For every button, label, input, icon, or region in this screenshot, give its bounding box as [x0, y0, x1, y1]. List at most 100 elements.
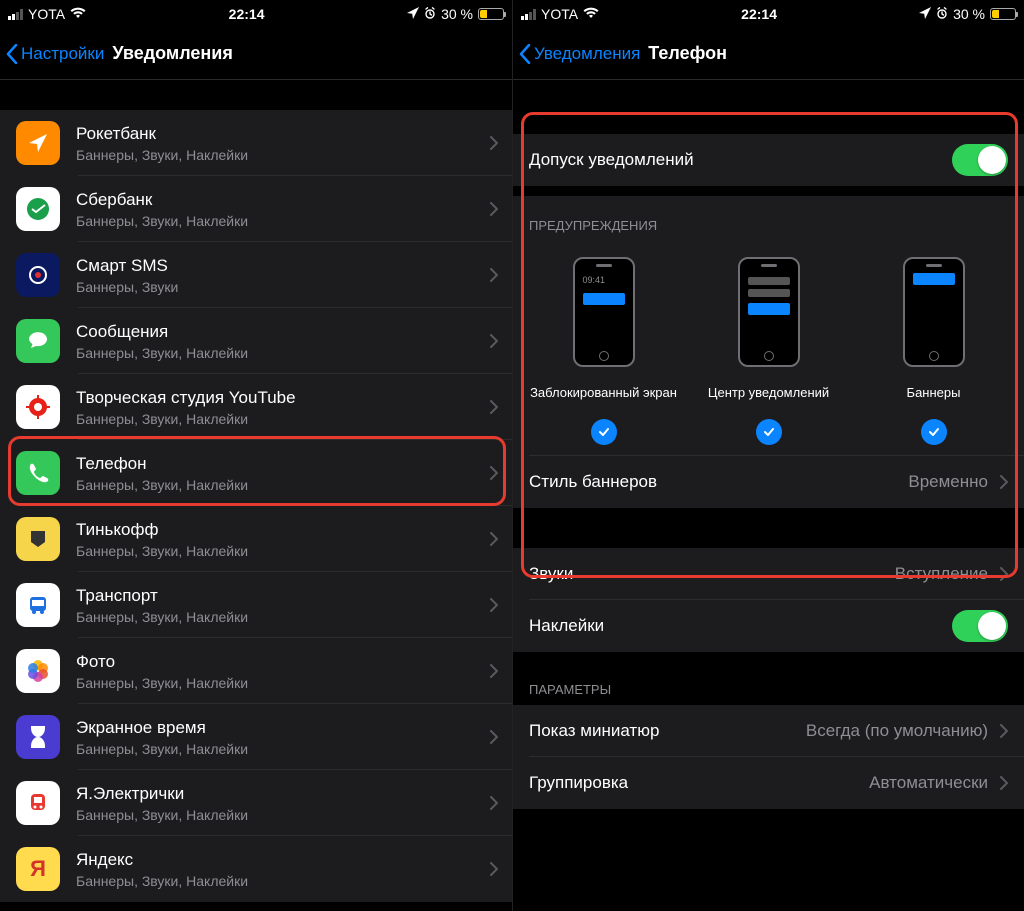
app-row-rocketbank[interactable]: Рокетбанк Баннеры, Звуки, Наклейки [0, 110, 512, 176]
app-sub: Баннеры, Звуки, Наклейки [76, 873, 484, 889]
app-row-screen-time[interactable]: Экранное время Баннеры, Звуки, Наклейки [0, 704, 512, 770]
badges-row[interactable]: Наклейки [513, 600, 1024, 652]
grouping-row[interactable]: Группировка Автоматически [513, 757, 1024, 809]
alert-option-banners[interactable]: Баннеры [851, 257, 1016, 445]
check-icon [591, 419, 617, 445]
alert-label: Баннеры [907, 377, 961, 409]
alarm-icon [424, 6, 436, 22]
status-time: 22:14 [741, 6, 777, 22]
app-sub: Баннеры, Звуки, Наклейки [76, 477, 484, 493]
location-icon [407, 6, 419, 22]
chevron-right-icon [490, 664, 498, 678]
app-icon [16, 715, 60, 759]
alert-label: Центр уведомлений [708, 377, 829, 409]
app-row-youtube-studio[interactable]: Творческая студия YouTube Баннеры, Звуки… [0, 374, 512, 440]
chevron-right-icon [1000, 776, 1008, 790]
options-header: ПАРАМЕТРЫ [513, 652, 1024, 705]
badges-toggle[interactable] [952, 610, 1008, 642]
app-sub: Баннеры, Звуки [76, 279, 484, 295]
app-icon: Я [16, 847, 60, 891]
preview-row[interactable]: Показ миниатюр Всегда (по умолчанию) [513, 705, 1024, 757]
app-icon [16, 649, 60, 693]
app-icon [16, 319, 60, 363]
nav-header: Уведомления Телефон [513, 28, 1024, 80]
status-left: YOTA [8, 6, 86, 22]
app-name: Сбербанк [76, 189, 484, 210]
check-icon [756, 419, 782, 445]
chevron-left-icon [6, 44, 18, 64]
app-name: Транспорт [76, 585, 484, 606]
sounds-label: Звуки [529, 564, 573, 584]
back-button[interactable]: Уведомления [519, 44, 640, 64]
app-name: Рокетбанк [76, 123, 484, 144]
back-button[interactable]: Настройки [6, 44, 104, 64]
grouping-value: Автоматически [869, 773, 988, 793]
app-row-transport[interactable]: Транспорт Баннеры, Звуки, Наклейки [0, 572, 512, 638]
alert-label: Заблокированный экран [530, 377, 677, 409]
app-row-sberbank[interactable]: Сбербанк Баннеры, Звуки, Наклейки [0, 176, 512, 242]
page-title: Телефон [648, 43, 727, 64]
chevron-right-icon [490, 862, 498, 876]
app-sub: Баннеры, Звуки, Наклейки [76, 411, 484, 427]
alerts-header: ПРЕДУПРЕЖДЕНИЯ [513, 196, 1024, 241]
nav-header: Настройки Уведомления [0, 28, 512, 80]
app-name: Творческая студия YouTube [76, 387, 484, 408]
app-row-phone[interactable]: Телефон Баннеры, Звуки, Наклейки [0, 440, 512, 506]
app-sub: Баннеры, Звуки, Наклейки [76, 675, 484, 691]
chevron-right-icon [490, 532, 498, 546]
status-time: 22:14 [229, 6, 265, 22]
battery-percent: 30 % [953, 6, 985, 22]
app-row-messages[interactable]: Сообщения Баннеры, Звуки, Наклейки [0, 308, 512, 374]
battery-icon [990, 8, 1016, 20]
app-icon [16, 517, 60, 561]
chevron-right-icon [490, 730, 498, 744]
allow-toggle[interactable] [952, 144, 1008, 176]
status-left: YOTA [521, 6, 599, 22]
app-icon [16, 121, 60, 165]
app-name: Смарт SMS [76, 255, 484, 276]
app-row-trains[interactable]: Я.Электрички Баннеры, Звуки, Наклейки [0, 770, 512, 836]
chevron-right-icon [490, 796, 498, 810]
app-name: Сообщения [76, 321, 484, 342]
app-row-smart-sms[interactable]: Смарт SMS Баннеры, Звуки [0, 242, 512, 308]
page-title: Уведомления [112, 43, 233, 64]
chevron-right-icon [490, 268, 498, 282]
app-sub: Баннеры, Звуки, Наклейки [76, 807, 484, 823]
app-name: Экранное время [76, 717, 484, 738]
screen-phone-notification-settings: YOTA 22:14 30 % Уведомления Телефон [512, 0, 1024, 911]
app-row-photos[interactable]: Фото Баннеры, Звуки, Наклейки [0, 638, 512, 704]
allow-label: Допуск уведомлений [529, 150, 694, 170]
signal-icon [521, 9, 536, 20]
grouping-label: Группировка [529, 773, 628, 793]
chevron-right-icon [1000, 475, 1008, 489]
banner-style-row[interactable]: Стиль баннеров Временно [513, 456, 1024, 508]
chevron-right-icon [490, 466, 498, 480]
signal-icon [8, 9, 23, 20]
badges-label: Наклейки [529, 616, 604, 636]
app-icon [16, 385, 60, 429]
app-row-yandex[interactable]: Я Яндекс Баннеры, Звуки, Наклейки [0, 836, 512, 902]
status-right: 30 % [407, 6, 504, 22]
preview-value: Всегда (по умолчанию) [806, 721, 988, 741]
sounds-row[interactable]: Звуки Вступление [513, 548, 1024, 600]
chevron-right-icon [490, 400, 498, 414]
preview-label: Показ миниатюр [529, 721, 659, 741]
wifi-icon [583, 6, 599, 22]
app-sub: Баннеры, Звуки, Наклейки [76, 213, 484, 229]
battery-percent: 30 % [441, 6, 473, 22]
app-icon [16, 253, 60, 297]
banner-style-label: Стиль баннеров [529, 472, 657, 492]
alert-option-lockscreen[interactable]: 09:41 Заблокированный экран [521, 257, 686, 445]
alert-option-notification-center[interactable]: Центр уведомлений [686, 257, 851, 445]
phone-mock-icon [903, 257, 965, 367]
app-row-tinkoff[interactable]: Тинькофф Баннеры, Звуки, Наклейки [0, 506, 512, 572]
app-name: Яндекс [76, 849, 484, 870]
status-right: 30 % [919, 6, 1016, 22]
chevron-right-icon [490, 202, 498, 216]
app-sub: Баннеры, Звуки, Наклейки [76, 741, 484, 757]
app-name: Фото [76, 651, 484, 672]
app-name: Я.Электрички [76, 783, 484, 804]
chevron-right-icon [490, 598, 498, 612]
allow-notifications-row[interactable]: Допуск уведомлений [513, 134, 1024, 186]
carrier-label: YOTA [28, 6, 65, 22]
